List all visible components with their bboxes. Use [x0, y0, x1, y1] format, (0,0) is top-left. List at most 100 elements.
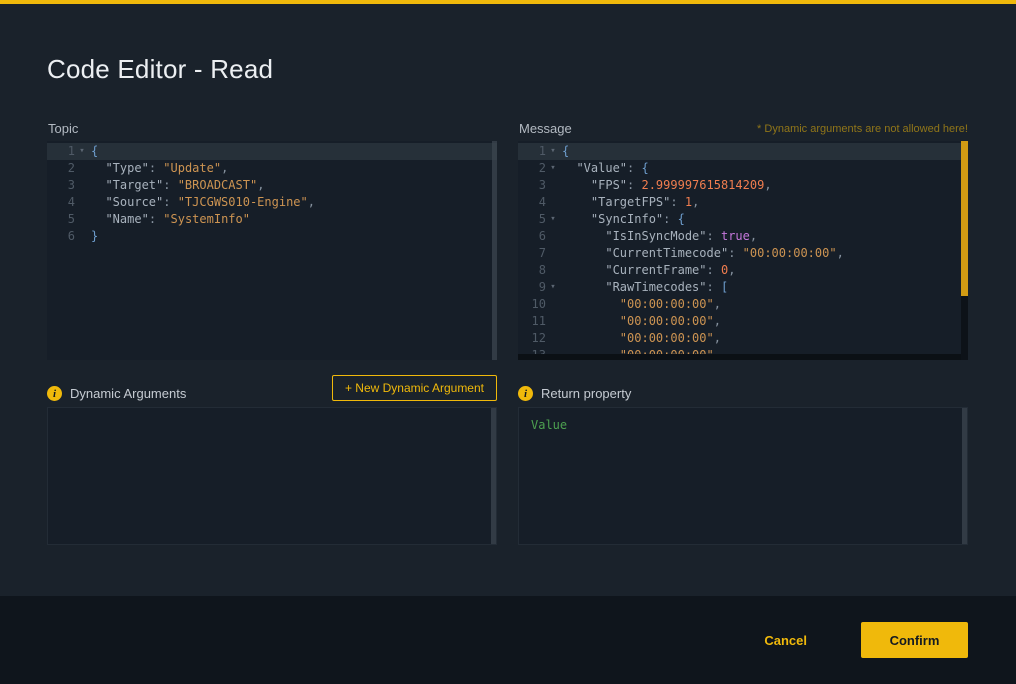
gutter: 4	[518, 194, 562, 211]
code-line[interactable]: 3 "Target": "BROADCAST",	[47, 177, 497, 194]
gutter: 5	[47, 211, 91, 228]
topic-code-editor[interactable]: 1▾{2 "Type": "Update",3 "Target": "BROAD…	[47, 141, 497, 360]
code-line[interactable]: 1▾{	[518, 143, 968, 160]
code-line[interactable]: 6 "IsInSyncMode": true,	[518, 228, 968, 245]
gutter: 12	[518, 330, 562, 347]
gutter: 7	[518, 245, 562, 262]
code-line[interactable]: 2▾ "Value": {	[518, 160, 968, 177]
gutter: 2	[47, 160, 91, 177]
fold-arrow-icon[interactable]: ▾	[546, 160, 560, 177]
gutter: 2▾	[518, 160, 562, 177]
code-line[interactable]: 7 "CurrentTimecode": "00:00:00:00",	[518, 245, 968, 262]
fold-spacer	[546, 330, 560, 347]
code-line[interactable]: 2 "Type": "Update",	[47, 160, 497, 177]
fold-spacer	[75, 194, 89, 211]
code-line[interactable]: 5 "Name": "SystemInfo"	[47, 211, 497, 228]
code-line[interactable]: 11 "00:00:00:00",	[518, 313, 968, 330]
line-number: 5	[518, 211, 546, 228]
gutter: 11	[518, 313, 562, 330]
code-line[interactable]: 12 "00:00:00:00",	[518, 330, 968, 347]
message-editor-hscrollbar[interactable]	[518, 354, 961, 360]
return-property-panel[interactable]: Value	[518, 407, 968, 545]
code-line[interactable]: 4 "TargetFPS": 1,	[518, 194, 968, 211]
return-property-panel-scrollbar[interactable]	[962, 408, 967, 544]
line-number: 5	[47, 211, 75, 228]
fold-arrow-icon[interactable]: ▾	[546, 143, 560, 160]
code-text: "00:00:00:00",	[562, 296, 721, 313]
code-text: "Type": "Update",	[91, 160, 228, 177]
gutter: 6	[47, 228, 91, 245]
line-number: 1	[47, 143, 75, 160]
dynamic-arguments-header: i Dynamic Arguments	[47, 386, 186, 401]
code-text: "Name": "SystemInfo"	[91, 211, 250, 228]
code-text: "00:00:00:00",	[562, 330, 721, 347]
topic-code-lines: 1▾{2 "Type": "Update",3 "Target": "BROAD…	[47, 141, 497, 245]
return-property-label: Return property	[541, 386, 631, 401]
new-dynamic-argument-button[interactable]: + New Dynamic Argument	[332, 375, 497, 401]
message-label: Message	[519, 121, 572, 136]
message-editor-scrollbar[interactable]	[961, 141, 968, 360]
code-text: "CurrentTimecode": "00:00:00:00",	[562, 245, 844, 262]
message-code-editor[interactable]: 1▾{2▾ "Value": {3 "FPS": 2.9999976158142…	[518, 141, 968, 360]
line-number: 3	[47, 177, 75, 194]
line-number: 7	[518, 245, 546, 262]
confirm-button[interactable]: Confirm	[861, 622, 968, 658]
line-number: 1	[518, 143, 546, 160]
line-number: 2	[518, 160, 546, 177]
line-number: 3	[518, 177, 546, 194]
gutter: 6	[518, 228, 562, 245]
line-number: 4	[518, 194, 546, 211]
gutter: 8	[518, 262, 562, 279]
code-editor-modal: Code Editor - Read Topic 1▾{2 "Type": "U…	[0, 0, 1016, 684]
fold-spacer	[546, 194, 560, 211]
code-line[interactable]: 4 "Source": "TJCGWS010-Engine",	[47, 194, 497, 211]
fold-arrow-icon[interactable]: ▾	[546, 279, 560, 296]
code-line[interactable]: 8 "CurrentFrame": 0,	[518, 262, 968, 279]
code-text: "IsInSyncMode": true,	[562, 228, 757, 245]
line-number: 8	[518, 262, 546, 279]
topic-editor-scrollbar[interactable]	[492, 141, 497, 360]
dynamic-arguments-panel-scrollbar[interactable]	[491, 408, 496, 544]
line-number: 2	[47, 160, 75, 177]
fold-spacer	[75, 177, 89, 194]
code-line[interactable]: 10 "00:00:00:00",	[518, 296, 968, 313]
gutter: 1▾	[518, 143, 562, 160]
code-line[interactable]: 6}	[47, 228, 497, 245]
line-number: 10	[518, 296, 546, 313]
gutter: 3	[47, 177, 91, 194]
fold-spacer	[546, 296, 560, 313]
topic-label: Topic	[48, 121, 78, 136]
gutter: 1▾	[47, 143, 91, 160]
gutter: 4	[47, 194, 91, 211]
code-text: "RawTimecodes": [	[562, 279, 728, 296]
code-line[interactable]: 5▾ "SyncInfo": {	[518, 211, 968, 228]
message-editor-scrollbar-thumb[interactable]	[961, 141, 968, 296]
page-title: Code Editor - Read	[47, 54, 273, 85]
line-number: 6	[518, 228, 546, 245]
code-text: "Value": {	[562, 160, 649, 177]
fold-arrow-icon[interactable]: ▾	[546, 211, 560, 228]
code-text: }	[91, 228, 98, 245]
fold-spacer	[546, 245, 560, 262]
code-line[interactable]: 1▾{	[47, 143, 497, 160]
fold-spacer	[546, 177, 560, 194]
fold-spacer	[546, 313, 560, 330]
code-text: "SyncInfo": {	[562, 211, 685, 228]
code-line[interactable]: 3 "FPS": 2.999997615814209,	[518, 177, 968, 194]
modal-accent-bar	[0, 0, 1016, 4]
gutter: 9▾	[518, 279, 562, 296]
line-number: 4	[47, 194, 75, 211]
fold-spacer	[75, 228, 89, 245]
fold-arrow-icon[interactable]: ▾	[75, 143, 89, 160]
gutter: 5▾	[518, 211, 562, 228]
code-text: "Source": "TJCGWS010-Engine",	[91, 194, 315, 211]
code-text: {	[91, 143, 98, 160]
code-line[interactable]: 9▾ "RawTimecodes": [	[518, 279, 968, 296]
dynamic-arguments-not-allowed-note: * Dynamic arguments are not allowed here…	[757, 123, 968, 135]
info-icon: i	[47, 386, 62, 401]
info-icon: i	[518, 386, 533, 401]
footer: Cancel Confirm	[0, 596, 1016, 684]
line-number: 6	[47, 228, 75, 245]
cancel-button[interactable]: Cancel	[764, 633, 807, 648]
line-number: 9	[518, 279, 546, 296]
